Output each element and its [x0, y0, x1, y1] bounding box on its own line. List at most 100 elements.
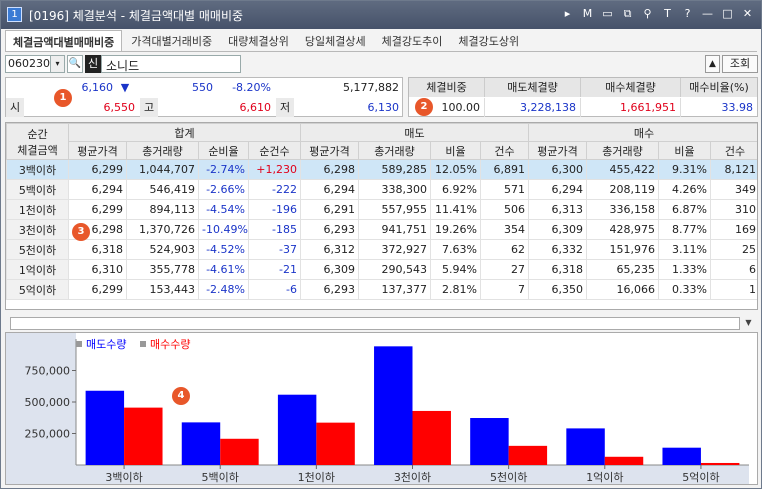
table-cell: 137,377	[358, 279, 431, 300]
table-cell: 372,927	[358, 239, 431, 260]
table-cell: 355,778	[126, 259, 199, 280]
title-bar: 1 [0196] 체결분석 - 체결금액대별 매매비중 ▸ M ▭ ⧉ ⚲ T? — □ ✕	[1, 1, 761, 29]
table-row[interactable]: 1억이하 6,310 355,778 -4.61% -21 6,309 290,543 5.9…	[6, 259, 757, 280]
chevron-down-icon[interactable]: ▼	[742, 317, 755, 330]
table-cell: 4.26%	[658, 179, 711, 200]
table-row[interactable]: 5억이하 6,299 153,443 -2.48% -6 6,293 137,377 2.81…	[6, 279, 757, 300]
x-tick-label: 3천이하	[394, 470, 431, 484]
group-header-buy: 매수	[528, 123, 757, 142]
table-cell: 6,309	[528, 219, 587, 240]
search-icon[interactable]: 🔍	[67, 55, 83, 73]
table-cell: -21	[248, 259, 301, 280]
table-cell: -37	[248, 239, 301, 260]
table-cell: 1	[710, 279, 757, 300]
amount-header-line1: 순간	[27, 127, 48, 141]
maximize-icon[interactable]: □	[720, 6, 735, 22]
table-cell: 6,299	[68, 159, 127, 180]
table-cell: 941,751	[358, 219, 431, 240]
row-label: 5천이하	[6, 239, 69, 260]
ratio-header: 매수체결량	[581, 78, 681, 97]
close-icon[interactable]: ✕	[740, 6, 755, 22]
play-icon[interactable]: ▸	[560, 6, 575, 22]
open-label: 시	[6, 98, 24, 117]
window-number: 1	[7, 7, 22, 22]
table-cell: 524,903	[126, 239, 199, 260]
table-cell: 6.92%	[430, 179, 481, 200]
bar-buy	[508, 445, 548, 465]
ratio-header: 체결비중	[409, 78, 485, 97]
window-icon[interactable]: ▭	[600, 6, 615, 22]
table-cell: 7.63%	[430, 239, 481, 260]
table-cell: 6,313	[528, 199, 587, 220]
stock-name-field[interactable]: 소니드	[101, 55, 241, 73]
table-cell: 894,113	[126, 199, 199, 220]
table-cell: 6.87%	[658, 199, 711, 220]
tab-4[interactable]: 체결강도추이	[375, 30, 450, 52]
tab-3[interactable]: 당일체결상세	[298, 30, 373, 52]
stock-control-bar: 060230 ▾ 🔍 신 소니드	[5, 55, 241, 73]
table-row[interactable]: 1천이하 6,299 894,113 -4.54% -196 6,291 557,955 11…	[6, 199, 757, 220]
trade-volume: 5,177,882	[343, 81, 399, 94]
table-row[interactable]: 5천이하 6,318 524,903 -4.52% -37 6,312 372,927 7.6…	[6, 239, 757, 260]
tab-5[interactable]: 체결강도상위	[451, 30, 526, 52]
stock-code-input[interactable]: 060230	[5, 55, 51, 73]
minimize-icon[interactable]: —	[700, 6, 715, 22]
table-cell: 6,318	[528, 259, 587, 280]
table-cell: 6,332	[528, 239, 587, 260]
table-cell: 6,298	[300, 159, 359, 180]
table-row[interactable]: 5백이하 6,294 546,419 -2.66% -222 6,294 338,300 6.…	[6, 179, 757, 200]
table-row[interactable]: 3천이하 6,298 1,370,726 -10.49% -185 6,293 941,75…	[6, 219, 757, 240]
chevron-down-icon[interactable]: ▾	[51, 55, 65, 73]
table-cell: -196	[248, 199, 301, 220]
column-header-amount: 순간 체결금액	[6, 123, 69, 160]
badge-2: 2	[415, 98, 433, 116]
change-rate: -8.20%	[232, 81, 271, 94]
bar-sell	[566, 428, 605, 465]
column-header: 순건수	[248, 141, 301, 160]
table-cell: 1.33%	[658, 259, 711, 280]
pin-icon[interactable]: ⚲	[640, 6, 655, 22]
new-listing-badge: 신	[85, 55, 101, 73]
table-cell: +1,230	[248, 159, 301, 180]
up-arrow-button[interactable]: ▲	[705, 55, 720, 73]
tab-1[interactable]: 가격대별거래비중	[124, 30, 219, 52]
tab-0[interactable]: 체결금액대별매매비중	[5, 30, 123, 52]
low-label: 저	[276, 98, 294, 117]
table-cell: 9.31%	[658, 159, 711, 180]
high-label: 고	[140, 98, 158, 117]
m-icon[interactable]: M	[580, 6, 595, 22]
horizontal-scrollbar[interactable]	[10, 317, 740, 330]
bar-buy	[412, 410, 451, 465]
legend-label: 매도수량	[86, 338, 126, 351]
legend-label: 매수수량	[150, 338, 190, 351]
table-cell: -2.48%	[198, 279, 249, 300]
copy-icon[interactable]: ⧉	[620, 6, 635, 22]
bar-sell	[85, 390, 125, 465]
column-header: 건수	[480, 141, 529, 160]
font-icon[interactable]: T	[660, 6, 675, 22]
table-cell: 5.94%	[430, 259, 481, 280]
bar-sell	[374, 346, 413, 465]
table-cell: 349	[710, 179, 757, 200]
table-cell: 0.33%	[658, 279, 711, 300]
column-header: 총거래량	[126, 141, 199, 160]
table-cell: -4.61%	[198, 259, 249, 280]
lookup-button[interactable]: 조회	[722, 55, 758, 73]
table-cell: 1,044,707	[126, 159, 199, 180]
buy-volume-value: 1,661,951	[581, 98, 681, 117]
table-cell: 151,976	[586, 239, 659, 260]
row-label: 5억이하	[6, 279, 69, 300]
price-change: 550	[192, 81, 213, 94]
bar-sell	[277, 394, 317, 465]
table-cell: 8.77%	[658, 219, 711, 240]
table-cell: -6	[248, 279, 301, 300]
table-cell: -2.74%	[198, 159, 249, 180]
table-cell: 6,294	[68, 179, 127, 200]
group-header-sell: 매도	[300, 123, 529, 142]
help-icon[interactable]: ?	[680, 6, 695, 22]
table-row[interactable]: 3백이하 6,299 1,044,707 -2.74% +1,230 6,298 589,2…	[6, 159, 757, 180]
table-cell: 6,293	[300, 279, 359, 300]
table-cell: 6,299	[68, 199, 127, 220]
table-cell: 25	[710, 239, 757, 260]
tab-2[interactable]: 대량체결상위	[221, 30, 296, 52]
